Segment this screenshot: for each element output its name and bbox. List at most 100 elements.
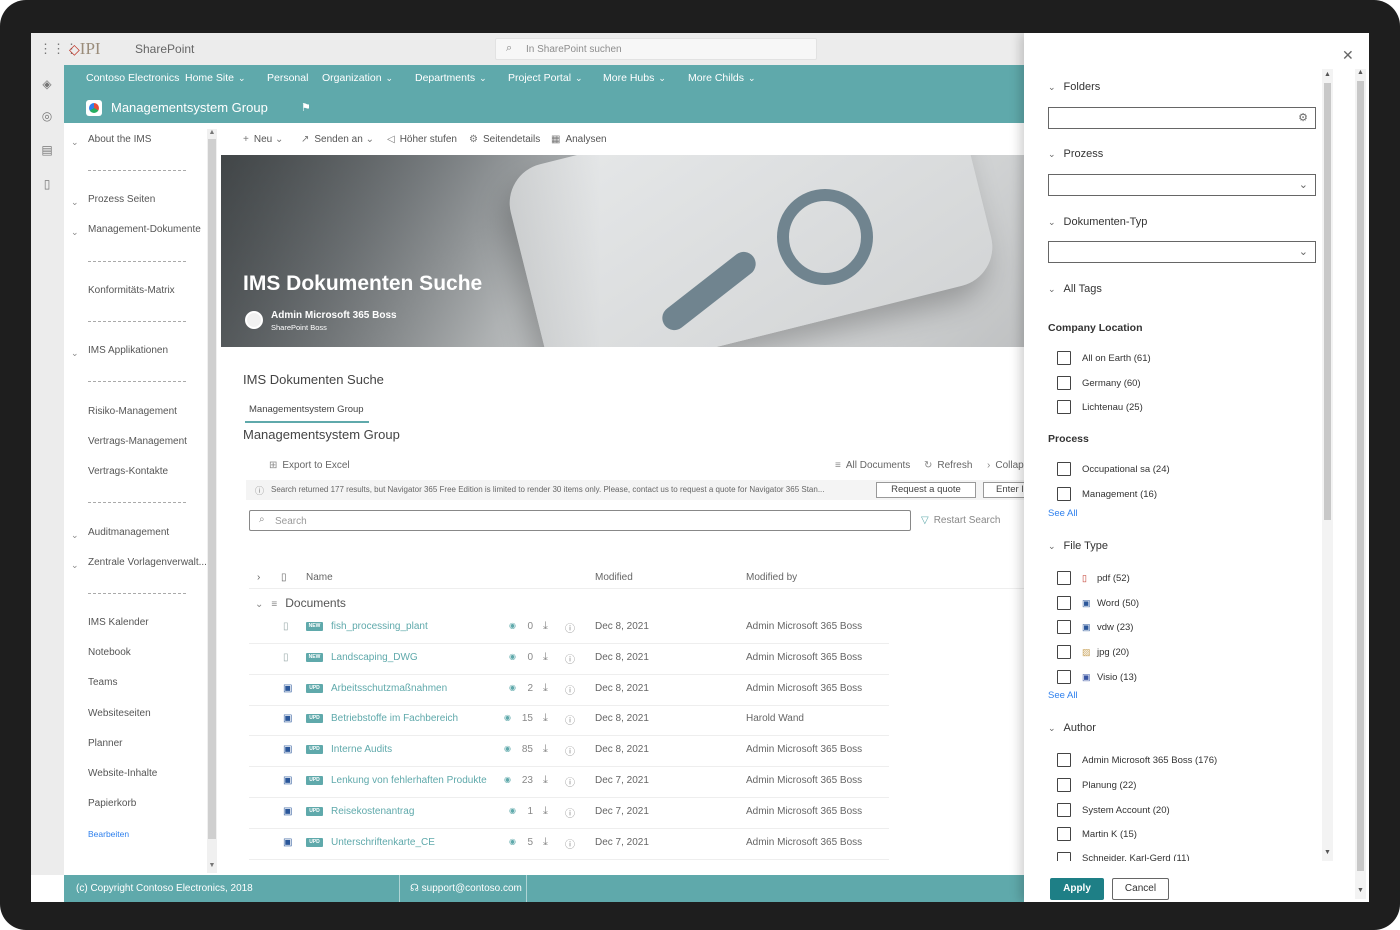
restart-search-button[interactable]: ▽ Restart Search xyxy=(921,515,1000,526)
prozess-dropdown[interactable]: ⌄ xyxy=(1048,174,1316,196)
leftnav-item-teams[interactable]: Teams xyxy=(88,677,117,688)
export-excel-button[interactable]: ⊞ Export to Excel xyxy=(269,460,350,471)
apply-button[interactable]: Apply xyxy=(1050,878,1104,900)
download-icon[interactable]: ⤓ xyxy=(543,620,548,633)
chevron-down-icon[interactable]: ⌄ xyxy=(71,560,79,571)
table-row[interactable]: ▣ UPD Betriebstoffe im Fachbereich ◉ 15 ⤓ ⓘ Dec… xyxy=(249,705,889,737)
file-name-link[interactable]: Arbeitsschutzmaßnahmen xyxy=(331,683,447,694)
modified-by[interactable]: Admin Microsoft 365 Boss xyxy=(746,744,862,755)
info-icon[interactable]: ⓘ xyxy=(565,805,575,820)
support-email-link[interactable]: ☊ support@contoso.com xyxy=(410,883,522,894)
scroll-up-icon[interactable]: ▲ xyxy=(1355,69,1366,76)
site-icon[interactable] xyxy=(86,100,102,116)
table-row[interactable]: ▣ UPD Reisekostenantrag ◉ 1 ⤓ ⓘ Dec 7, 2021 Admi… xyxy=(249,798,889,829)
modified-by[interactable]: Admin Microsoft 365 Boss xyxy=(746,775,862,786)
info-icon[interactable]: ⓘ xyxy=(565,836,575,851)
file-type-column-icon[interactable]: ▯ xyxy=(281,572,287,583)
leftnav-item-management-dokumente[interactable]: Management-Dokumente xyxy=(88,224,201,235)
checkbox-word[interactable] xyxy=(1057,596,1071,610)
column-modified[interactable]: Modified xyxy=(595,572,633,583)
chevron-down-icon[interactable]: ⌄ xyxy=(71,348,79,359)
file-name-link[interactable]: Reisekostenantrag xyxy=(331,806,414,817)
leftnav-item-vorlagenverwaltung[interactable]: Zentrale Vorlagenverwalt... xyxy=(88,557,207,568)
info-icon[interactable]: ⓘ xyxy=(565,774,575,789)
all-tags-section[interactable]: ⌄ All Tags xyxy=(1048,283,1102,295)
checkbox-management[interactable] xyxy=(1057,487,1071,501)
leftnav-item-kalender[interactable]: IMS Kalender xyxy=(88,617,149,628)
scrollbar-thumb[interactable] xyxy=(1357,81,1364,871)
download-icon[interactable]: ⤓ xyxy=(543,712,548,725)
request-quote-button[interactable]: Request a quote xyxy=(876,482,976,498)
scroll-up-icon[interactable]: ▲ xyxy=(1322,71,1333,78)
file-name-link[interactable]: Landscaping_DWG xyxy=(331,652,418,663)
leftnav-scrollbar[interactable]: ▲ ▼ xyxy=(207,129,217,873)
download-icon[interactable]: ⤓ xyxy=(543,743,548,756)
chevron-down-icon[interactable]: ⌄ xyxy=(71,530,79,541)
download-icon[interactable]: ⤓ xyxy=(543,805,548,818)
leftnav-item-planner[interactable]: Planner xyxy=(88,738,122,749)
scroll-down-icon[interactable]: ▼ xyxy=(1355,887,1366,894)
info-icon[interactable]: ⓘ xyxy=(565,651,575,666)
sharepoint-search-input[interactable]: ⌕ In SharePoint suchen xyxy=(495,38,817,60)
file-name-link[interactable]: Lenkung von fehlerhaften Produkte xyxy=(331,775,487,786)
all-documents-view-button[interactable]: ≡ All Documents xyxy=(835,460,910,471)
scroll-up-icon[interactable]: ▲ xyxy=(207,129,217,136)
leftnav-item-auditmanagement[interactable]: Auditmanagement xyxy=(88,527,169,538)
scroll-down-icon[interactable]: ▼ xyxy=(207,862,217,869)
author-section[interactable]: ⌄ Author xyxy=(1048,722,1096,734)
nav-item-more-childs[interactable]: More Childs ⌄ xyxy=(688,72,756,84)
modified-by[interactable]: Admin Microsoft 365 Boss xyxy=(746,652,862,663)
globe-icon[interactable]: ◎ xyxy=(40,109,54,123)
nav-item-personal[interactable]: Personal xyxy=(267,72,308,84)
leftnav-edit-link[interactable]: Bearbeiten xyxy=(88,829,129,839)
info-icon[interactable]: ⓘ xyxy=(565,743,575,758)
leftnav-item-risiko[interactable]: Risiko-Management xyxy=(88,406,177,417)
folders-section[interactable]: ⌄ Folders xyxy=(1048,81,1100,93)
new-button[interactable]: + Neu ⌄ xyxy=(243,134,288,145)
leftnav-item-vertrags-management[interactable]: Vertrags-Management xyxy=(88,436,187,447)
info-icon[interactable]: ⓘ xyxy=(565,712,575,727)
news-icon[interactable]: ▤ xyxy=(40,143,54,157)
chevron-down-icon[interactable]: ⌄ xyxy=(71,137,79,148)
table-row[interactable]: ▯ NEW fish_processing_plant ◉ 0 ⤓ ⓘ Dec 8, 2021… xyxy=(249,613,889,644)
info-icon[interactable]: ⓘ xyxy=(565,620,575,635)
gear-icon[interactable]: ⚙ xyxy=(1298,111,1308,124)
send-to-button[interactable]: ↗ Senden an ⌄ xyxy=(301,134,379,145)
nav-item-project-portal[interactable]: Project Portal ⌄ xyxy=(508,72,583,84)
prozess-section[interactable]: ⌄ Prozess xyxy=(1048,148,1103,160)
hero-author[interactable]: Admin Microsoft 365 Boss xyxy=(271,310,397,321)
app-name[interactable]: SharePoint xyxy=(135,42,194,56)
tab-managementsystem-group[interactable]: Managementsystem Group xyxy=(249,404,364,415)
checkbox-occupational[interactable] xyxy=(1057,462,1071,476)
scrollbar-thumb[interactable] xyxy=(208,139,216,839)
document-search-input[interactable]: ⌕ Search xyxy=(249,510,911,531)
process-see-all-link[interactable]: See All xyxy=(1048,508,1078,519)
leftnav-item-about[interactable]: About the IMS xyxy=(88,134,151,145)
modified-by[interactable]: Admin Microsoft 365 Boss xyxy=(746,806,862,817)
download-icon[interactable]: ⤓ xyxy=(543,682,548,695)
checkbox-martin-k[interactable] xyxy=(1057,827,1071,841)
home-icon[interactable]: ◈ xyxy=(40,77,54,91)
download-icon[interactable]: ⤓ xyxy=(543,651,548,664)
file-name-link[interactable]: fish_processing_plant xyxy=(331,621,428,632)
site-title[interactable]: Managementsystem Group xyxy=(111,100,268,115)
site-info-icon[interactable]: ⚑ xyxy=(301,101,311,114)
checkbox-planung[interactable] xyxy=(1057,778,1071,792)
modified-by[interactable]: Admin Microsoft 365 Boss xyxy=(746,837,862,848)
leftnav-item-website-inhalte[interactable]: Website-Inhalte xyxy=(88,768,157,779)
refresh-button[interactable]: ↻ Refresh xyxy=(924,460,972,471)
group-header-documents[interactable]: ⌄ ≡ Documents xyxy=(255,596,346,610)
file-type-section[interactable]: ⌄ File Type xyxy=(1048,540,1108,552)
download-icon[interactable]: ⤓ xyxy=(543,836,548,849)
cancel-button[interactable]: Cancel xyxy=(1112,878,1169,900)
info-icon[interactable]: ⓘ xyxy=(565,682,575,697)
panel-scrollbar[interactable]: ▲ ▼ xyxy=(1322,69,1333,861)
leftnav-item-websiteseiten[interactable]: Websiteseiten xyxy=(88,708,151,719)
table-row[interactable]: ▣ UPD Interne Audits ◉ 85 ⤓ ⓘ Dec 8, 2021 Admin … xyxy=(249,736,889,768)
table-row[interactable]: ▣ UPD Arbeitsschutzmaßnahmen ◉ 2 ⤓ ⓘ Dec 8, 202… xyxy=(249,675,889,706)
site-logo[interactable]: ◇IPI xyxy=(69,39,101,59)
column-modified-by[interactable]: Modified by xyxy=(746,572,797,583)
leftnav-item-notebook[interactable]: Notebook xyxy=(88,647,131,658)
table-row[interactable]: ▯ NEW Landscaping_DWG ◉ 0 ⤓ ⓘ Dec 8, 2021 Admin … xyxy=(249,644,889,675)
leftnav-item-prozess[interactable]: Prozess Seiten xyxy=(88,194,155,205)
